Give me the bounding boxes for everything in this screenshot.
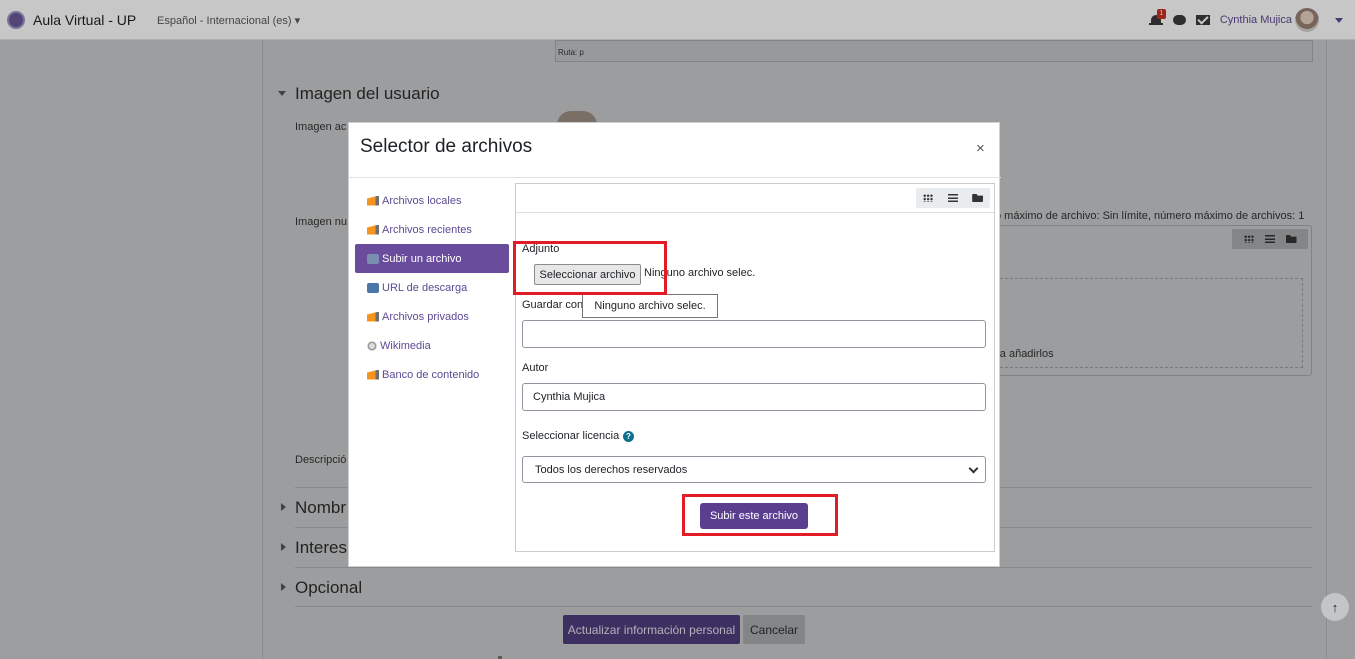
upload-icon xyxy=(367,253,379,264)
chevron-down-icon xyxy=(968,463,979,474)
license-select[interactable]: Todos los derechos reservados xyxy=(522,456,986,483)
repo-label: Archivos locales xyxy=(382,194,462,207)
repo-local-files[interactable]: Archivos locales xyxy=(355,186,509,215)
view-mode-buttons xyxy=(916,188,990,208)
wikimedia-icon xyxy=(367,340,377,351)
save-as-label: Guardar con xyxy=(522,299,584,311)
moodle-icon xyxy=(367,195,379,206)
moodle-icon xyxy=(367,369,379,380)
folder-view-icon xyxy=(972,194,984,202)
back-to-top-icon[interactable]: ↑ xyxy=(1321,593,1349,621)
author-label: Autor xyxy=(522,362,549,374)
repo-content-bank[interactable]: Banco de contenido xyxy=(355,360,509,389)
folder-view-button[interactable] xyxy=(965,188,990,208)
url-icon xyxy=(367,282,379,293)
list-view-button[interactable] xyxy=(941,188,966,208)
file-input-tooltip: Ninguno archivo selec. xyxy=(582,294,718,318)
repo-label: URL de descarga xyxy=(382,281,468,294)
dialog-header-divider xyxy=(349,177,1001,178)
save-as-input[interactable] xyxy=(522,320,986,348)
repository-list: Archivos locales Archivos recientes Subi… xyxy=(355,186,509,389)
repo-recent-files[interactable]: Archivos recientes xyxy=(355,215,509,244)
repo-label: Wikimedia xyxy=(380,339,431,352)
repo-private-files[interactable]: Archivos privados xyxy=(355,302,509,331)
repo-label: Banco de contenido xyxy=(382,368,480,381)
highlight-upload-button xyxy=(682,494,838,536)
help-icon[interactable]: ? xyxy=(623,431,634,442)
license-label: Seleccionar licencia xyxy=(522,430,620,442)
repo-url-download[interactable]: URL de descarga xyxy=(355,273,509,302)
pane-toolbar xyxy=(516,184,994,213)
repo-wikimedia[interactable]: Wikimedia xyxy=(355,331,509,360)
author-input[interactable]: Cynthia Mujica xyxy=(522,383,986,411)
grid-view-button[interactable] xyxy=(916,188,941,208)
repo-label: Subir un archivo xyxy=(382,252,462,265)
grid-view-icon xyxy=(923,194,934,202)
repo-label: Archivos recientes xyxy=(382,223,472,236)
moodle-icon xyxy=(367,224,379,235)
license-selected-value: Todos los derechos reservados xyxy=(535,463,688,476)
list-view-icon xyxy=(948,194,958,202)
close-icon[interactable]: × xyxy=(976,140,985,157)
repo-label: Archivos privados xyxy=(382,310,469,323)
dialog-title: Selector de archivos xyxy=(360,136,533,157)
moodle-icon xyxy=(367,311,379,322)
highlight-choose-file xyxy=(513,241,667,295)
repo-upload-file[interactable]: Subir un archivo xyxy=(355,244,509,273)
